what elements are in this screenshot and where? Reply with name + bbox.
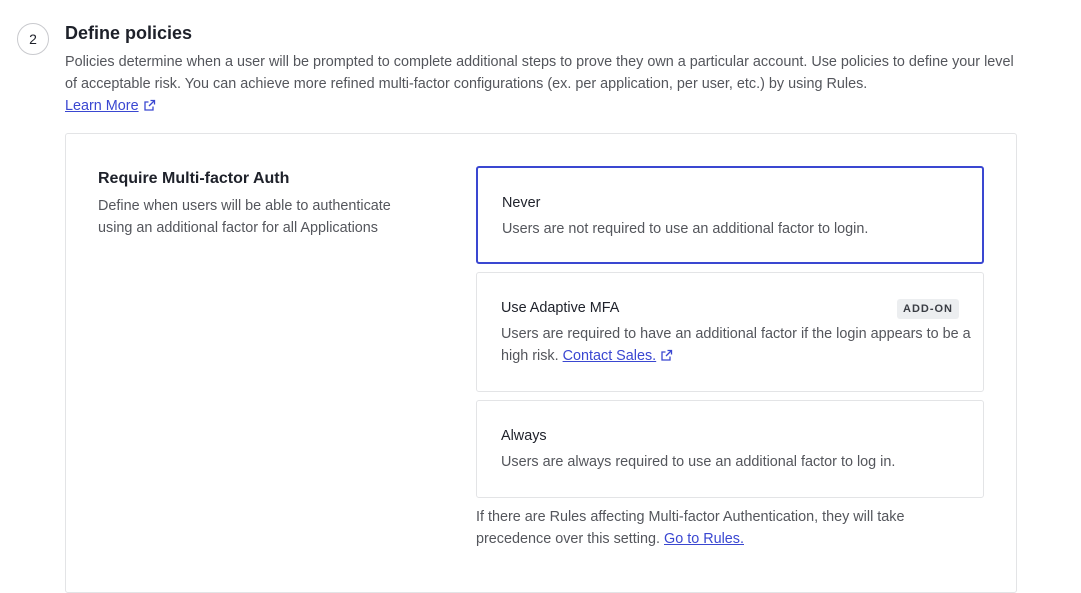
contact-sales-label: Contact Sales. — [562, 348, 657, 364]
mfa-description: Define when users will be able to authen… — [98, 198, 391, 236]
contact-sales-link[interactable]: Contact Sales. — [563, 348, 657, 364]
external-link-icon — [143, 99, 155, 111]
external-link-icon — [661, 349, 673, 361]
option-never-title: Never — [502, 195, 541, 211]
option-adaptive-mfa[interactable]: Use Adaptive MFA ADD-ON Users are requir… — [476, 272, 984, 392]
mfa-title: Require Multi-factor Auth — [98, 170, 290, 187]
option-always[interactable]: Always Users are always required to use … — [476, 400, 984, 498]
learn-more-label: Learn More — [65, 98, 139, 114]
go-to-rules-link[interactable]: Go to Rules. — [664, 531, 744, 547]
addon-badge: ADD-ON — [897, 299, 959, 319]
rules-precedence-note: If there are Rules affecting Multi-facto… — [476, 506, 976, 550]
step-number: 2 — [17, 23, 49, 55]
option-adaptive-description: Users are required to have an additional… — [501, 323, 971, 367]
option-always-description: Users are always required to use an addi… — [501, 454, 896, 470]
section-description-text: Policies determine when a user will be p… — [65, 54, 1014, 92]
option-never-description: Users are not required to use an additio… — [502, 221, 869, 237]
section-description: Policies determine when a user will be p… — [65, 51, 1025, 117]
option-always-title: Always — [501, 428, 547, 444]
learn-more-link[interactable]: Learn More — [65, 98, 139, 114]
mfa-policy-card: Require Multi-factor Auth Define when us… — [65, 133, 1017, 593]
option-never[interactable]: Never Users are not required to use an a… — [476, 166, 984, 264]
option-adaptive-title: Use Adaptive MFA — [501, 300, 620, 316]
section-title: Define policies — [65, 23, 193, 43]
